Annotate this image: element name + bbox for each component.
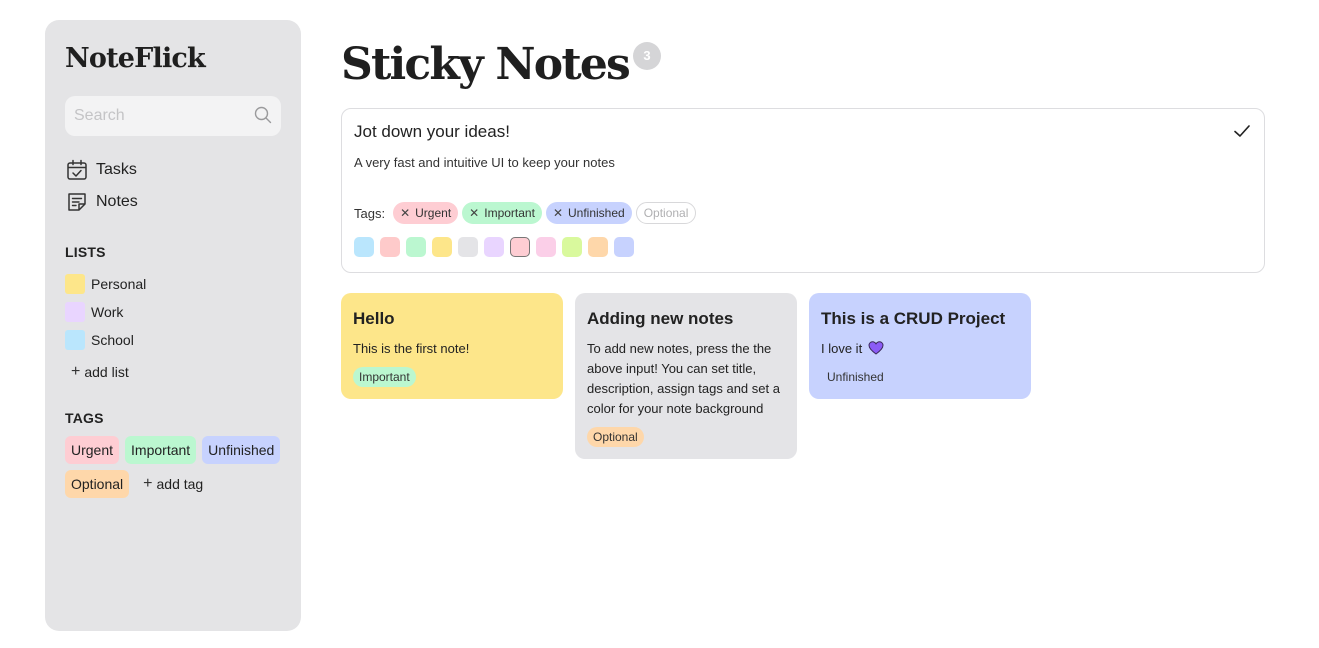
tag-optional[interactable]: Optional: [65, 470, 130, 498]
page-title: Sticky Notes: [341, 39, 631, 90]
nav-item-tasks[interactable]: Tasks: [65, 154, 281, 186]
chip-label: Urgent: [415, 206, 452, 220]
color-swatch-green[interactable]: [406, 237, 426, 257]
tag-important[interactable]: Important: [125, 436, 197, 464]
add-list-button[interactable]: + add list: [65, 358, 281, 386]
list-item-school[interactable]: School: [65, 326, 281, 354]
color-swatch-red[interactable]: [380, 237, 400, 257]
note-body-row: I love it: [821, 339, 1019, 359]
tag-unfinished[interactable]: Unfinished: [202, 436, 281, 464]
note-card[interactable]: Hello This is the first note! Important: [341, 293, 563, 399]
note-tag: Optional: [587, 427, 644, 447]
note-card[interactable]: This is a CRUD Project I love it Unfinis…: [809, 293, 1031, 399]
chip-label: Important: [484, 206, 535, 220]
add-list-label: add list: [84, 364, 129, 380]
tags-container: Urgent Important Unfinished Optional + a…: [65, 436, 281, 498]
available-tag-optional[interactable]: Optional: [635, 202, 697, 224]
add-tag-button[interactable]: + add tag: [135, 470, 203, 498]
note-body: I love it: [821, 341, 863, 356]
notes-grid: Hello This is the first note! Important …: [341, 293, 1031, 459]
purple-heart-icon: [868, 341, 884, 355]
note-title-input[interactable]: [354, 121, 1214, 143]
selected-tag-urgent[interactable]: ✕ Urgent: [393, 202, 459, 224]
list-color-swatch: [65, 302, 85, 322]
list-color-swatch: [65, 330, 85, 350]
note-composer: Tags: ✕ Urgent ✕ Important ✕ Unfinished …: [341, 108, 1265, 273]
add-tag-label: add tag: [156, 476, 204, 492]
note-body: This is the first note!: [353, 341, 470, 356]
sidebar: NoteFlick Tasks: [45, 20, 301, 631]
note-tag: Unfinished: [821, 367, 890, 387]
notes-count-badge: 3: [633, 42, 662, 70]
list-item-label: Personal: [91, 276, 147, 292]
color-swatch-orange[interactable]: [588, 237, 608, 257]
color-swatch-yellow[interactable]: [432, 237, 452, 257]
selected-tag-important[interactable]: ✕ Important: [462, 202, 542, 224]
color-swatch-indigo[interactable]: [614, 237, 634, 257]
nav-item-label: Notes: [96, 193, 138, 210]
note-tag: Important: [353, 367, 416, 387]
app-title: NoteFlick: [65, 43, 206, 74]
search-input[interactable]: [65, 96, 281, 136]
tags-heading: TAGS: [65, 410, 104, 426]
nav-menu: Tasks Notes: [65, 154, 281, 218]
list-item-work[interactable]: Work: [65, 298, 281, 326]
note-description-input[interactable]: [354, 153, 1234, 171]
lists-container: Personal Work School + add list: [65, 270, 281, 386]
close-icon[interactable]: ✕: [553, 202, 563, 224]
selected-tag-unfinished[interactable]: ✕ Unfinished: [545, 202, 632, 224]
note-title: This is a CRUD Project: [821, 309, 1006, 328]
sticky-note-icon: [68, 193, 86, 211]
plus-icon: +: [71, 363, 81, 380]
color-swatch-purple[interactable]: [484, 237, 504, 257]
page-header: Sticky Notes 3: [341, 36, 662, 94]
color-swatch-rose-selected[interactable]: [510, 237, 530, 257]
plus-icon: +: [143, 475, 153, 492]
close-icon[interactable]: ✕: [400, 202, 410, 224]
tag-urgent[interactable]: Urgent: [65, 436, 120, 464]
list-item-personal[interactable]: Personal: [65, 270, 281, 298]
chip-label: Optional: [643, 206, 689, 220]
list-item-label: Work: [91, 304, 124, 320]
nav-item-notes[interactable]: Notes: [65, 186, 281, 218]
search-box: [65, 96, 281, 136]
note-title: Adding new notes: [587, 309, 734, 328]
color-swatch-sky[interactable]: [354, 237, 374, 257]
list-item-label: School: [91, 332, 134, 348]
color-swatch-gray[interactable]: [458, 237, 478, 257]
list-color-swatch: [65, 274, 85, 294]
note-card[interactable]: Adding new notes To add new notes, press…: [575, 293, 797, 459]
check-icon[interactable]: [1232, 121, 1252, 141]
close-icon[interactable]: ✕: [469, 202, 479, 224]
calendar-check-icon: [67, 159, 87, 180]
note-body: To add new notes, press the the above in…: [587, 341, 780, 416]
color-swatch-pink[interactable]: [536, 237, 556, 257]
note-title: Hello: [353, 309, 395, 328]
color-picker: [354, 237, 634, 257]
composer-tag-row: Tags: ✕ Urgent ✕ Important ✕ Unfinished …: [354, 202, 697, 224]
nav-item-label: Tasks: [96, 161, 137, 178]
lists-heading: LISTS: [65, 244, 106, 260]
color-swatch-lime[interactable]: [562, 237, 582, 257]
search-icon[interactable]: [254, 106, 272, 124]
chip-label: Unfinished: [568, 206, 625, 220]
tags-label: Tags:: [354, 205, 386, 221]
